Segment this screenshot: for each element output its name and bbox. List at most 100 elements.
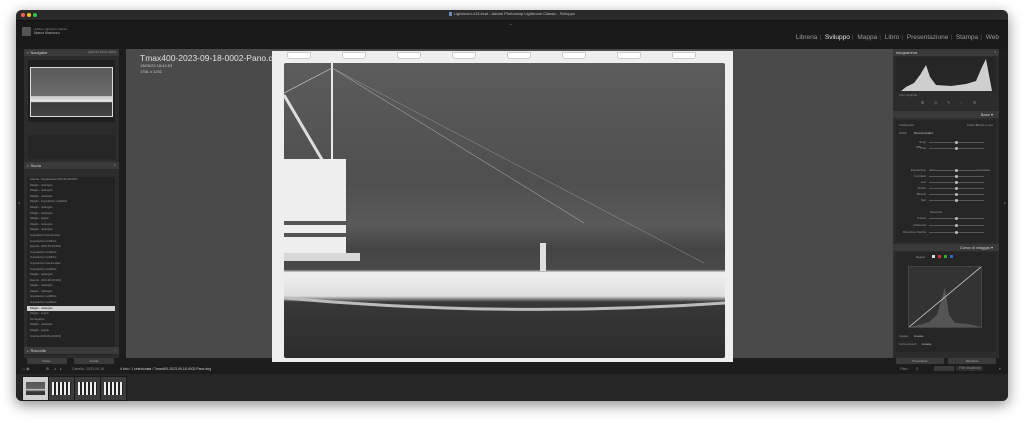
module-web[interactable]: Web xyxy=(985,34,1000,41)
filmstrip-thumbnail[interactable] xyxy=(22,376,49,401)
folder-source-label[interactable]: Cartella : 2023-09-18 xyxy=(72,365,104,373)
curve-channel-value[interactable]: Lineare xyxy=(914,334,923,338)
slider-knob[interactable] xyxy=(955,147,958,150)
slider-knob[interactable] xyxy=(955,193,958,196)
clear-history-icon[interactable]: ✕ xyxy=(113,162,116,169)
collapse-top-panel-icon[interactable]: ▴ xyxy=(510,22,512,26)
filter-preset-select[interactable]: Filtri disattivati xyxy=(956,366,984,371)
tone-curve-header[interactable]: Curva di viraggio ▾ xyxy=(893,244,999,251)
module-sviluppo[interactable]: Sviluppo xyxy=(824,34,851,41)
module-stampa[interactable]: Stampa xyxy=(955,34,979,41)
adjustment-slider[interactable] xyxy=(929,141,984,144)
sprocket-hole xyxy=(672,52,696,59)
module-libro[interactable]: Libro xyxy=(884,34,900,41)
history-item-label: Ritaglio - rettangolo xyxy=(30,273,53,277)
basic-header[interactable]: Base ▾ xyxy=(893,111,999,118)
navigator-preview[interactable] xyxy=(28,60,115,122)
identity-bar: Adobe Lightroom Classic Marco Mariuzzo ▴ … xyxy=(16,21,1008,49)
navigator-header[interactable]: ▾ Navigator ADATTA 100% 200% xyxy=(24,49,119,56)
left-panel-toggle-icon[interactable]: ◂ xyxy=(18,200,20,205)
filmstrip-toggle-icon[interactable]: ▾ xyxy=(999,365,1001,373)
adjustment-slider[interactable] xyxy=(929,224,984,227)
histogram-header[interactable]: Istogramma ▾ xyxy=(893,49,999,56)
paste-button[interactable]: Incolla xyxy=(74,358,114,364)
grid-icon[interactable]: ⊞ xyxy=(46,365,49,373)
navigator-zoom-options[interactable]: ADATTA 100% 200% xyxy=(88,49,116,56)
adjustment-slider[interactable] xyxy=(929,231,984,234)
crop-tool-icon[interactable]: ⊞ xyxy=(921,100,924,105)
slider-knob[interactable] xyxy=(955,175,958,178)
right-panel-buttons: Precedente Ripristina xyxy=(893,358,999,364)
right-panel-toggle-icon[interactable]: ▸ xyxy=(1004,200,1006,205)
history-item-label: Ritaglio - rettangolo xyxy=(30,205,53,209)
curve-channel-red[interactable] xyxy=(938,255,941,258)
slider-knob[interactable] xyxy=(955,199,958,202)
history-header[interactable]: ▾ Storia ✕ xyxy=(24,162,119,169)
lock-icon[interactable]: ⚲ xyxy=(916,365,918,373)
slider-knob[interactable] xyxy=(955,231,958,234)
filmstrip-thumbnail[interactable] xyxy=(74,376,101,401)
tone-curve-graph[interactable] xyxy=(908,266,982,328)
copy-button[interactable]: Copia... xyxy=(27,358,67,364)
curve-channel-rgb[interactable] xyxy=(932,255,935,258)
title-bar: Lightroom-v13.lrcat - Adobe Photoshop Li… xyxy=(16,10,1008,21)
view-modes-icon[interactable]: ▭ ▣ xyxy=(22,365,29,373)
curve-channel-label: Canale: xyxy=(899,334,909,338)
filmstrip-thumbnail[interactable] xyxy=(100,376,127,401)
filter-label: Filtro : xyxy=(900,367,910,371)
adjustment-slider[interactable] xyxy=(929,187,984,190)
filmstrip-thumbnail[interactable] xyxy=(48,376,75,401)
collections-header[interactable]: ▸ Raccolte + xyxy=(24,347,119,354)
history-item[interactable]: Importa (2023-09-18 0002) xyxy=(27,334,115,340)
adjustment-slider[interactable] xyxy=(929,193,984,196)
reset-button[interactable]: Ripristina xyxy=(948,358,996,364)
slider-knob[interactable] xyxy=(955,187,958,190)
sprocket-hole xyxy=(287,52,311,59)
masking-icon[interactable]: ◌ xyxy=(960,100,962,105)
slider-knob[interactable] xyxy=(955,141,958,144)
history-item-label: Ritaglio - rettangolo xyxy=(30,211,53,215)
adjustment-slider[interactable] xyxy=(929,181,984,184)
module-libreria[interactable]: Libreria xyxy=(795,34,819,41)
slider-knob[interactable] xyxy=(955,181,958,184)
red-eye-icon[interactable]: ✎ xyxy=(947,100,950,105)
treatment-value[interactable]: Colore Bianco e nero xyxy=(967,123,993,127)
original-photo-toggle[interactable]: Foto originale xyxy=(899,93,917,97)
history-item-label: Ritaglio - rettangolo xyxy=(30,228,53,232)
profile-value[interactable]: Monocromatico xyxy=(914,131,933,135)
filter-preset-swatch[interactable] xyxy=(934,366,954,371)
filmstrip-selection-info: 4 foto / 1 selezionata / Tmax400-2023-09… xyxy=(120,367,211,371)
histogram[interactable] xyxy=(896,57,996,91)
develop-view[interactable]: Tmax400-2023-09-18-0002-Pano.dng 18/09/2… xyxy=(126,49,900,362)
module-presentazione[interactable]: Presentazione xyxy=(906,34,950,41)
curve-channel-blue[interactable] xyxy=(950,255,953,258)
adjustment-slider[interactable] xyxy=(929,217,984,220)
add-collection-icon[interactable]: + xyxy=(114,347,116,354)
history-item-label: Esporta - Negativo/Lab 2023-09-18-0002 xyxy=(30,178,78,181)
slider-label: Texture xyxy=(916,216,926,220)
slider-label: Contrasto xyxy=(913,174,926,178)
adjustment-slider[interactable] xyxy=(929,169,984,172)
history-item-label: Ritaglio - rettangolo xyxy=(30,222,53,226)
treatment-label: Trattamento: xyxy=(899,123,915,127)
previous-button[interactable]: Precedente xyxy=(896,358,944,364)
adjustment-slider[interactable] xyxy=(929,175,984,178)
history-item-label: Ritaglio - rettangolo xyxy=(30,289,53,293)
spot-removal-icon[interactable]: ◎ xyxy=(934,100,938,105)
curve-channel-green[interactable] xyxy=(944,255,947,258)
point-curve-value[interactable]: Lineare xyxy=(922,342,931,346)
forward-arrow-icon[interactable]: ▸ xyxy=(60,365,62,373)
main-photo[interactable] xyxy=(272,51,733,362)
slider-knob[interactable] xyxy=(955,217,958,220)
settings-gear-icon[interactable]: ⚙ xyxy=(973,100,977,105)
image-info-overlay: Tmax400-2023-09-18-0002-Pano.dng 18/09/2… xyxy=(140,53,283,75)
image-dimensions: 1781 x 1201 xyxy=(140,69,163,74)
slider-knob[interactable] xyxy=(955,224,958,227)
back-arrow-icon[interactable]: ◂ xyxy=(54,365,56,373)
adjustment-slider[interactable] xyxy=(929,199,984,202)
adjustment-slider[interactable] xyxy=(929,147,984,150)
history-item-label: Impostazioni modifiche xyxy=(30,301,57,305)
module-mappa[interactable]: Mappa xyxy=(856,34,878,41)
slider-knob[interactable] xyxy=(955,169,958,172)
history-list: Esporta - Negativo/Lab 2023-09-18-0002 Ri… xyxy=(27,177,115,355)
